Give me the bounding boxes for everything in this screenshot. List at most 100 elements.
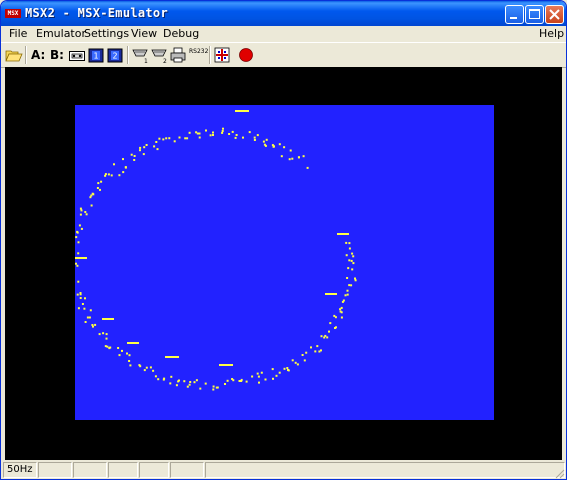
spiral-pixel — [329, 322, 332, 325]
spiral-pixel — [257, 375, 260, 378]
rs232-button[interactable]: RS232 — [188, 46, 209, 64]
spiral-pixel — [79, 213, 82, 216]
spiral-pixel — [347, 267, 350, 270]
msx-app-icon[interactable]: MSX — [5, 9, 21, 18]
spiral-pixel — [212, 131, 214, 134]
spiral-pixel — [256, 372, 259, 375]
title-bar[interactable]: MSX MSX2 - MSX-Emulator — [1, 1, 566, 26]
resize-grip-icon[interactable] — [553, 467, 565, 479]
spiral-pixel — [302, 155, 305, 158]
minimize-icon — [510, 17, 517, 19]
menu-settings[interactable]: Settings — [84, 27, 129, 40]
printer-button[interactable] — [169, 46, 187, 64]
spiral-pixel — [195, 379, 198, 382]
open-file-button[interactable] — [5, 46, 23, 64]
menu-help[interactable]: Help — [539, 27, 564, 40]
spiral-pixel — [77, 307, 80, 310]
spiral-pixel — [351, 252, 354, 255]
spiral-pixel — [310, 346, 312, 349]
maximize-button[interactable] — [525, 5, 544, 24]
cassette-button[interactable] — [68, 46, 86, 64]
spiral-pixel — [234, 136, 237, 139]
rs232-label: RS232 — [189, 48, 209, 55]
spiral-pixel — [204, 382, 207, 385]
cassette-icon — [69, 51, 85, 61]
spiral-pixel — [133, 159, 136, 161]
dip-switch-icon — [214, 47, 230, 63]
spiral-pixel — [78, 224, 81, 227]
spiral-pixel — [126, 352, 128, 355]
spiral-dash — [75, 257, 87, 259]
drive-b-button[interactable]: B: — [49, 46, 67, 64]
joystick-port-2-icon: 2 — [151, 49, 167, 65]
spiral-pixel — [145, 144, 148, 146]
spiral-pixel — [158, 137, 161, 140]
spiral-pixel — [98, 333, 101, 336]
menu-debug[interactable]: Debug — [163, 27, 199, 40]
spiral-pixel — [173, 140, 176, 143]
spiral-dash — [127, 342, 139, 344]
spiral-pixel — [175, 384, 178, 387]
spiral-pixel — [291, 359, 294, 362]
spiral-pixel — [75, 262, 77, 265]
drive-a-button[interactable]: A: — [30, 46, 48, 64]
menu-emulator[interactable]: Emulator — [36, 27, 86, 40]
spiral-pixel — [153, 145, 156, 148]
spiral-pixel — [298, 156, 300, 159]
cartridge-1-button[interactable]: 1 — [87, 46, 105, 64]
record-button[interactable] — [237, 46, 255, 64]
spiral-pixel — [344, 294, 347, 297]
spiral-pixel — [149, 366, 152, 369]
spiral-pixel — [162, 378, 165, 381]
spiral-pixel — [86, 316, 89, 319]
spiral-pixel — [222, 127, 224, 130]
spiral-dash — [325, 293, 337, 295]
spiral-pixel — [253, 136, 256, 139]
spiral-pixel — [209, 134, 212, 137]
spiral-pixel — [139, 149, 141, 152]
spiral-pixel — [226, 379, 229, 382]
spiral-pixel — [232, 379, 235, 382]
spiral-pixel — [334, 316, 337, 319]
spiral-pixel — [296, 363, 299, 366]
drive-a-label: A: — [31, 48, 46, 62]
spiral-pixel — [94, 323, 97, 326]
spiral-pixel — [104, 173, 107, 176]
spiral-pixel — [84, 321, 87, 323]
menu-view[interactable]: View — [131, 27, 157, 40]
spiral-pixel — [113, 163, 115, 166]
spiral-pixel — [294, 361, 297, 364]
spiral-pixel — [183, 380, 186, 383]
spiral-pixel — [198, 136, 201, 139]
spiral-pixel — [77, 280, 80, 283]
spiral-pixel — [275, 374, 278, 377]
joystick-port-1-button[interactable]: 1 — [131, 46, 149, 65]
joystick-port-2-button[interactable]: 2 — [150, 46, 168, 65]
spiral-pixel — [280, 155, 283, 158]
spiral-pixel — [155, 141, 158, 143]
spiral-pixel — [105, 333, 108, 336]
spiral-pixel — [348, 259, 351, 262]
minimize-button[interactable] — [505, 5, 524, 24]
spiral-pixel — [184, 137, 187, 140]
dip-switch-button[interactable] — [213, 46, 231, 64]
close-button[interactable] — [545, 5, 564, 24]
spiral-pixel — [271, 368, 274, 371]
spiral-pixel — [143, 369, 146, 372]
emulator-screen[interactable] — [5, 67, 562, 460]
spiral-pixel — [108, 347, 111, 350]
spiral-dash — [235, 110, 249, 112]
spiral-pixel — [81, 303, 84, 305]
cartridge-2-button[interactable]: 2 — [106, 46, 124, 64]
spiral-pixel — [205, 129, 207, 132]
spiral-pixel — [188, 131, 191, 134]
spiral-pixel — [258, 381, 260, 384]
menu-file[interactable]: File — [9, 27, 27, 40]
spiral-pixel — [100, 180, 103, 183]
spiral-pixel — [351, 268, 354, 271]
svg-text:2: 2 — [163, 58, 167, 64]
spiral-pixel — [352, 262, 355, 265]
svg-text:1: 1 — [93, 52, 98, 61]
spiral-pixel — [342, 299, 345, 302]
msx-display[interactable] — [75, 105, 494, 420]
